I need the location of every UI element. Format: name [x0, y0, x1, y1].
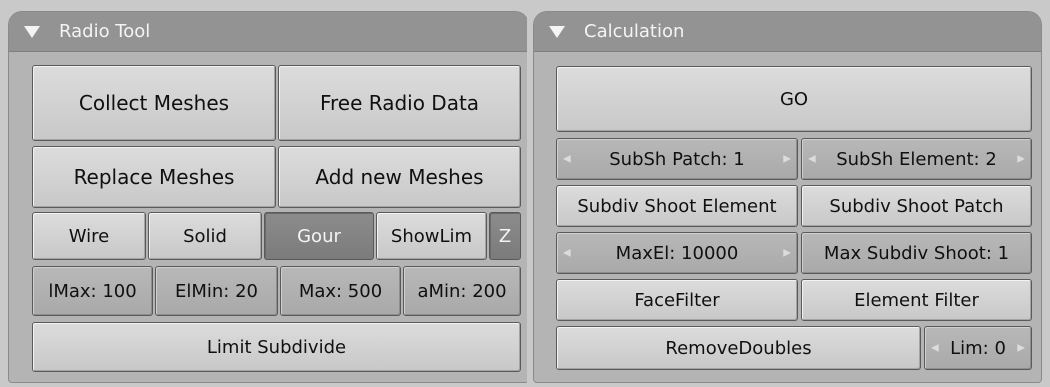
- subsh-element-field[interactable]: ◀ SubSh Element: 2 ▶: [801, 138, 1032, 180]
- calculation-panel: Calculation GO ◀ SubSh Patch: 1 ▶ ◀ SubS…: [533, 11, 1042, 383]
- z-button[interactable]: Z: [489, 212, 521, 260]
- patch-min-field[interactable]: aMin: 200: [403, 266, 521, 316]
- arrow-right-icon[interactable]: ▶: [1017, 343, 1025, 354]
- patch-min-value: aMin: 200: [417, 280, 507, 302]
- collapse-triangle-icon[interactable]: [23, 25, 41, 39]
- elmin-value: ElMin: 20: [174, 280, 258, 302]
- radio-tool-body: Collect Meshes Free Radio Data Replace M…: [9, 52, 528, 382]
- subsh-patch-field[interactable]: ◀ SubSh Patch: 1 ▶: [556, 138, 798, 180]
- panel-divider: [527, 15, 531, 385]
- calculation-header[interactable]: Calculation: [534, 12, 1041, 52]
- element-filter-button[interactable]: Element Filter: [801, 279, 1032, 321]
- solid-button[interactable]: Solid: [148, 212, 262, 260]
- max-subdiv-shoot-value: Max Subdiv Shoot: 1: [823, 242, 1010, 264]
- subdiv-shoot-element-button[interactable]: Subdiv Shoot Element: [556, 185, 798, 227]
- radio-tool-title: Radio Tool: [59, 21, 151, 42]
- arrow-left-icon[interactable]: ◀: [931, 343, 939, 354]
- arrow-right-icon[interactable]: ▶: [783, 248, 791, 259]
- removedoubles-button[interactable]: RemoveDoubles: [556, 326, 921, 370]
- radio-tool-header[interactable]: Radio Tool: [9, 12, 528, 52]
- wire-button[interactable]: Wire: [32, 212, 146, 260]
- showlim-button[interactable]: ShowLim: [376, 212, 487, 260]
- free-radio-data-button[interactable]: Free Radio Data: [278, 65, 521, 141]
- patch-max-field[interactable]: Max: 500: [280, 266, 401, 316]
- maxel-field[interactable]: ◀ MaxEl: 10000 ▶: [556, 232, 798, 274]
- arrow-left-icon[interactable]: ◀: [563, 248, 571, 259]
- arrow-right-icon[interactable]: ▶: [783, 154, 791, 165]
- gour-button[interactable]: Gour: [264, 212, 374, 260]
- arrow-left-icon[interactable]: ◀: [808, 154, 816, 165]
- patch-max-value: Max: 500: [298, 280, 383, 302]
- imax-value: lMax: 100: [48, 280, 137, 302]
- calculation-title: Calculation: [584, 21, 685, 42]
- calculation-body: GO ◀ SubSh Patch: 1 ▶ ◀ SubSh Element: 2…: [534, 52, 1041, 382]
- elmin-field[interactable]: ElMin: 20: [155, 266, 278, 316]
- imax-field[interactable]: lMax: 100: [32, 266, 153, 316]
- collect-meshes-button[interactable]: Collect Meshes: [32, 65, 276, 141]
- arrow-right-icon[interactable]: ▶: [1017, 154, 1025, 165]
- max-subdiv-shoot-field[interactable]: Max Subdiv Shoot: 1: [801, 232, 1032, 274]
- arrow-left-icon[interactable]: ◀: [563, 154, 571, 165]
- collapse-triangle-icon[interactable]: [548, 25, 566, 39]
- lim-value: Lim: 0: [950, 337, 1006, 359]
- go-button[interactable]: GO: [556, 66, 1032, 132]
- maxel-value: MaxEl: 10000: [615, 242, 739, 264]
- limit-subdivide-button[interactable]: Limit Subdivide: [32, 322, 521, 372]
- replace-meshes-button[interactable]: Replace Meshes: [32, 146, 276, 208]
- add-new-meshes-button[interactable]: Add new Meshes: [278, 146, 521, 208]
- subsh-element-value: SubSh Element: 2: [836, 148, 997, 170]
- lim-field[interactable]: ◀ Lim: 0 ▶: [924, 326, 1032, 370]
- facefilter-button[interactable]: FaceFilter: [556, 279, 798, 321]
- subsh-patch-value: SubSh Patch: 1: [609, 148, 745, 170]
- radio-tool-panel: Radio Tool Collect Meshes Free Radio Dat…: [8, 11, 529, 383]
- subdiv-shoot-patch-button[interactable]: Subdiv Shoot Patch: [801, 185, 1032, 227]
